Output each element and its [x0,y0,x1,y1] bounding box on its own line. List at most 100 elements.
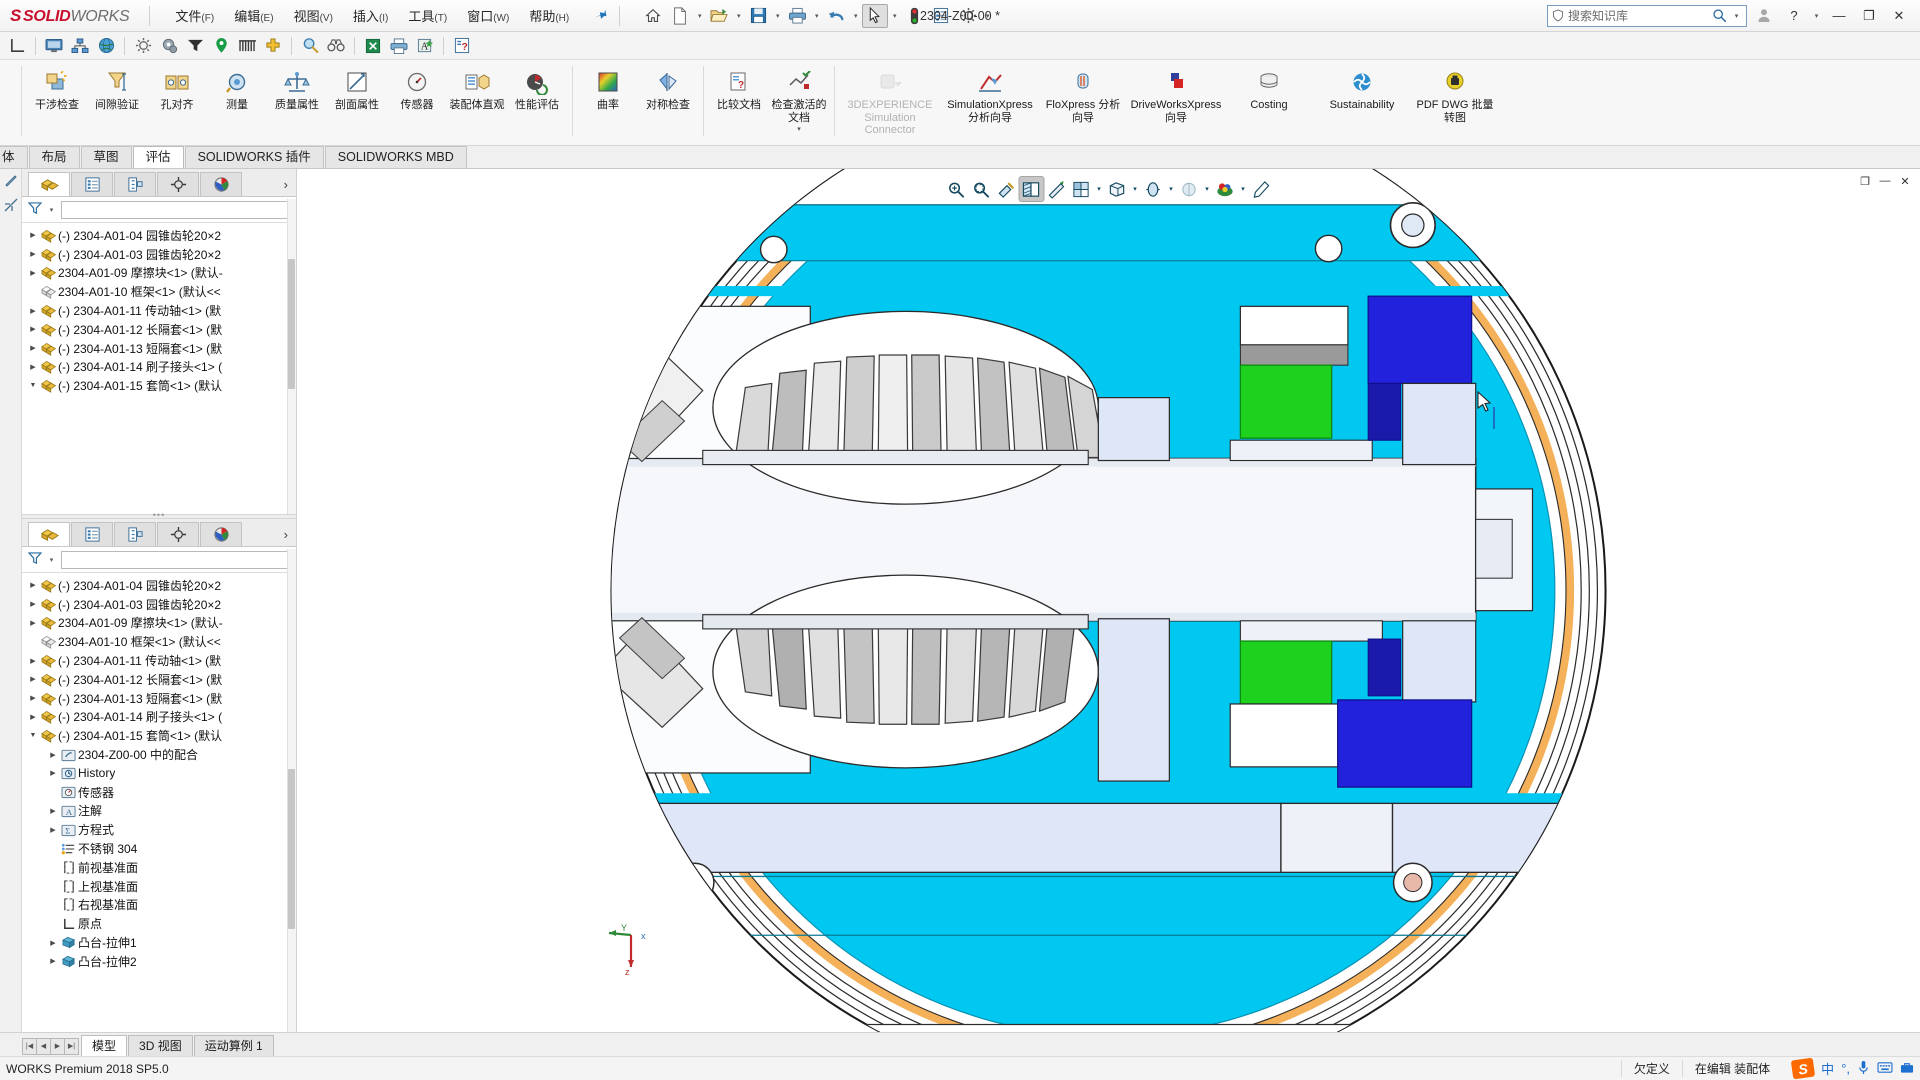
expand-arrow-icon[interactable] [26,231,40,239]
display-monitor-icon[interactable] [41,34,67,58]
ribbon-section-properties[interactable]: 剖面属性 [327,64,387,134]
tree-item[interactable]: (-) 2304-A01-04 园锥齿轮20×2 [22,226,296,245]
tree-item[interactable]: 2304-Z00-00 中的配合 [22,745,296,764]
viewport-minimize-button[interactable]: — [1876,173,1894,189]
open-folder-caret[interactable]: ▾ [733,12,744,20]
gears-icon[interactable] [156,34,182,58]
property-manager-tab[interactable] [71,172,113,196]
ime-mode-chinese[interactable]: 中 [1821,1059,1834,1078]
collapse-arrow-icon[interactable] [26,382,40,389]
hide-show-items-icon[interactable] [1141,177,1165,201]
gear-settings-icon[interactable] [130,34,156,58]
options-gear-icon[interactable] [955,4,981,28]
bottom-tab-motion-study[interactable]: 运动算例 1 [193,1035,274,1056]
save-icon[interactable] [745,4,771,28]
tree-item[interactable]: 前视基准面 [22,858,296,877]
expand-panel-icon-2[interactable]: › [284,527,296,546]
tree-item[interactable]: Σ 方程式 [22,820,296,839]
tree-item[interactable]: 右视基准面 [22,896,296,915]
tree-item[interactable]: 2304-A01-10 框架<1> (默认<< [22,632,296,651]
tree-item[interactable]: 2304-A01-10 框架<1> (默认<< [22,282,296,301]
expand-arrow-icon[interactable] [46,957,60,965]
help-caret-icon[interactable]: ▾ [1811,12,1822,20]
zoom-to-fit-icon[interactable] [944,177,968,201]
tree-list-bottom[interactable]: (-) 2304-A01-04 园锥齿轮20×2 (-) 2304-A01-03 … [22,573,296,1032]
ribbon-hole-alignment[interactable]: 孔对齐 [147,64,207,134]
view-settings-icon[interactable] [1249,177,1273,201]
edit-appearance-icon[interactable] [1177,177,1201,201]
undo-icon[interactable] [823,4,849,28]
filter-funnel-icon[interactable] [27,201,43,218]
expand-panel-icon[interactable]: › [284,177,296,196]
menu-window[interactable]: 窗口(W) [458,2,518,29]
tree-item[interactable]: (-) 2304-A01-14 刷子接头<1> ( [22,358,296,377]
expand-arrow-icon[interactable] [26,325,40,333]
expand-arrow-icon[interactable] [46,769,60,777]
feature-manager-tab-2[interactable] [28,522,70,546]
tab-nav-prev[interactable]: ◀ [36,1037,51,1055]
expand-arrow-icon[interactable] [26,619,40,627]
hide-show-items-caret-icon[interactable]: ▾ [1166,185,1176,193]
undo-caret[interactable]: ▾ [850,12,861,20]
chevron-down-icon[interactable]: ▾ [797,125,801,133]
expand-arrow-icon[interactable] [26,250,40,258]
tab-evaluate[interactable]: 评估 [132,146,184,168]
tree-scroll-thumb[interactable] [288,259,295,389]
ribbon-symmetry-check[interactable]: 对称检查 [638,64,698,134]
ribbon-floxpress[interactable]: FloXpress 分析向导 [1040,64,1126,134]
ribbon-clearance-verify[interactable]: 间隙验证 [87,64,147,134]
section-view-icon[interactable] [1018,176,1044,202]
ribbon-measure[interactable]: 测量 [207,64,267,134]
select-cursor-icon[interactable] [862,3,889,28]
ribbon-sensor[interactable]: 传感器 [387,64,447,134]
menu-edit[interactable]: 编辑(E) [225,2,282,29]
open-folder-icon[interactable] [706,4,732,28]
minimize-button[interactable]: — [1826,5,1852,27]
tree-item[interactable]: 原点 [22,914,296,933]
bottom-tab-3d-views[interactable]: 3D 视图 [128,1035,193,1056]
apply-scene-icon[interactable] [1213,177,1237,201]
collapse-arrow-icon[interactable] [26,732,40,739]
tree-item[interactable]: History [22,764,296,783]
expand-arrow-icon[interactable] [46,939,60,947]
menu-help[interactable]: 帮助(H) [520,2,578,29]
location-pin-icon[interactable] [208,34,234,58]
close-button[interactable]: ✕ [1886,5,1912,27]
expand-arrow-icon[interactable] [26,269,40,277]
sogou-ime-logo[interactable]: S [1790,1057,1816,1080]
coordinate-system-icon[interactable] [4,34,30,58]
tree-item[interactable]: 2304-A01-09 摩擦块<1> (默认- [22,614,296,633]
tree-scrollbar-bottom[interactable] [287,549,296,1032]
ribbon-performance-evaluation[interactable]: 性能评估 [507,64,567,134]
ribbon-pdf-dwg-batch[interactable]: PDF DWG 批量转图 [1412,64,1498,134]
zoom-to-area-icon[interactable] [969,177,993,201]
tab-layout[interactable]: 布局 [28,146,80,168]
ime-punctuation[interactable]: °, [1841,1061,1850,1076]
tree-item[interactable]: 传感器 [22,783,296,802]
tree-item[interactable]: (-) 2304-A01-03 园锥齿轮20×2 [22,595,296,614]
tree-item[interactable]: (-) 2304-A01-12 长隔套<1> (默 [22,670,296,689]
tree-item[interactable]: (-) 2304-A01-13 短隔套<1> (默 [22,339,296,358]
apply-scene-caret-icon[interactable]: ▾ [1238,185,1248,193]
expand-arrow-icon[interactable] [26,581,40,589]
ribbon-check-active-document[interactable]: 检查激活的文档 ▾ [769,64,829,134]
bottom-tab-model[interactable]: 模型 [81,1035,128,1056]
tree-item[interactable]: (-) 2304-A01-14 刷子接头<1> ( [22,708,296,727]
ribbon-interference-check[interactable]: 干涉检查 [27,64,87,134]
keyboard-icon[interactable] [1877,1061,1893,1077]
search-caret[interactable]: ▾ [1731,12,1742,20]
expand-arrow-icon[interactable] [26,694,40,702]
binoculars-icon[interactable] [323,34,349,58]
tab-solidworks-mbd[interactable]: SOLIDWORKS MBD [324,146,467,168]
funnel-icon[interactable] [182,34,208,58]
assembly-tree-icon[interactable] [67,34,93,58]
text-image-icon[interactable]: A [412,34,438,58]
print-icon[interactable] [784,4,810,28]
graphics-viewport[interactable]: ▾ ▾ ▾ ▾ ▾ ❐ — ✕ Y z x [297,169,1920,1032]
expand-arrow-icon[interactable] [46,807,60,815]
tree-filter-input[interactable] [61,200,290,219]
view-orientation-icon[interactable] [1069,177,1093,201]
restore-button[interactable]: ❐ [1856,5,1882,27]
tree-item[interactable]: (-) 2304-A01-12 长隔套<1> (默 [22,320,296,339]
tab-assembly[interactable]: 体 [0,146,28,168]
